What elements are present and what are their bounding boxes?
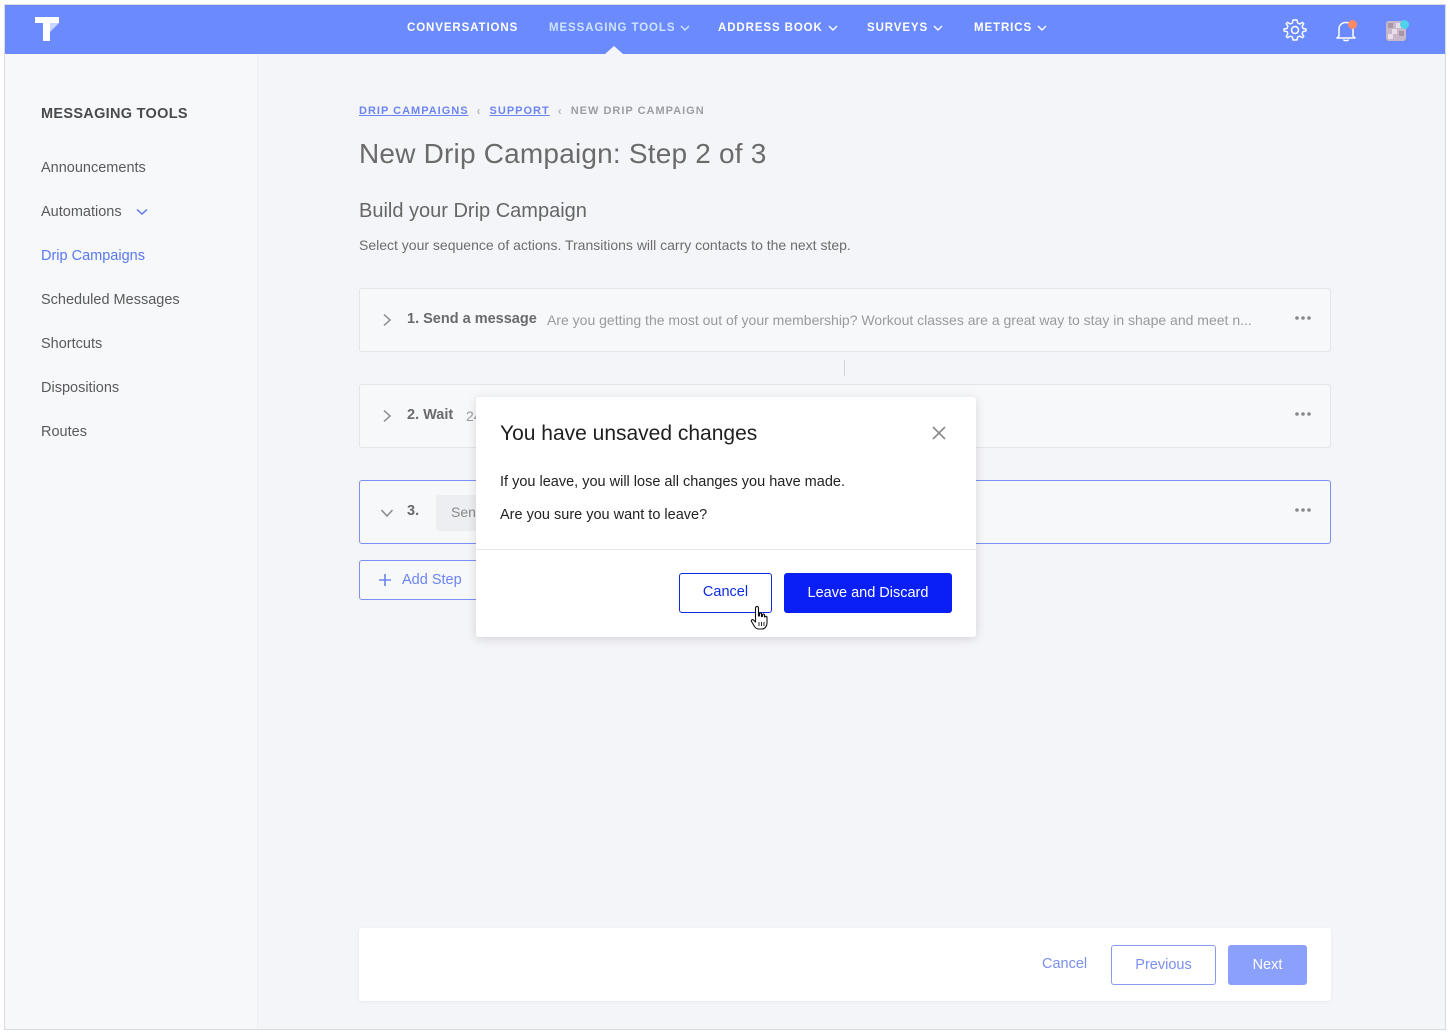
chevron-right-icon[interactable] <box>382 313 392 327</box>
app-window: CONVERSATIONS MESSAGING TOOLS ADDRESS BO… <box>4 4 1446 1030</box>
breadcrumb-current: NEW DRIP CAMPAIGN <box>570 105 705 117</box>
previous-button[interactable]: Previous <box>1111 945 1216 985</box>
top-navigation-bar: CONVERSATIONS MESSAGING TOOLS ADDRESS BO… <box>5 5 1445 54</box>
status-dot <box>1400 20 1409 29</box>
sidebar-item-scheduled-messages[interactable]: Scheduled Messages <box>41 292 180 308</box>
next-button[interactable]: Next <box>1228 945 1307 985</box>
chevron-down-icon <box>1037 25 1047 31</box>
nav-label: METRICS <box>974 22 1033 34</box>
section-description: Select your sequence of actions. Transit… <box>359 237 851 253</box>
gear-icon <box>1283 19 1307 41</box>
sidebar-item-label: Dispositions <box>41 380 120 396</box>
nav-label: CONVERSATIONS <box>407 22 519 34</box>
step-label: 3. <box>407 503 420 519</box>
step-label: 2. Wait <box>407 407 454 423</box>
notification-badge <box>1348 20 1357 29</box>
main-nav: CONVERSATIONS MESSAGING TOOLS ADDRESS BO… <box>5 5 1445 54</box>
close-icon[interactable] <box>931 425 947 441</box>
hand-cursor-icon <box>750 605 768 630</box>
sidebar-title: MESSAGING TOOLS <box>41 106 188 122</box>
step-card-1[interactable]: 1. Send a message Are you getting the mo… <box>359 288 1331 352</box>
sidebar-item-shortcuts[interactable]: Shortcuts <box>41 336 102 352</box>
nav-conversations[interactable]: CONVERSATIONS <box>407 22 518 34</box>
nav-label: MESSAGING TOOLS <box>549 22 676 34</box>
sidebar-item-announcements[interactable]: Announcements <box>41 160 146 176</box>
section-title: Build your Drip Campaign <box>359 200 587 222</box>
breadcrumb-drip-campaigns[interactable]: DRIP CAMPAIGNS <box>359 105 469 117</box>
notifications-button[interactable] <box>1333 17 1359 43</box>
nav-label: SURVEYS <box>867 22 929 34</box>
wizard-footer: Cancel Previous Next <box>359 928 1331 1001</box>
sidebar-item-label: Announcements <box>41 160 146 176</box>
sidebar-item-label: Routes <box>41 424 87 440</box>
step-action-value: Sen <box>451 504 476 520</box>
chevron-down-icon[interactable] <box>380 508 394 518</box>
nav-metrics[interactable]: METRICS <box>974 22 1047 34</box>
sidebar-item-dispositions[interactable]: Dispositions <box>41 380 119 396</box>
sidebar: MESSAGING TOOLS Announcements Automation… <box>5 54 258 1029</box>
chevron-down-icon[interactable] <box>136 208 148 216</box>
chevron-down-icon <box>680 25 690 31</box>
step-connector <box>844 360 845 376</box>
sidebar-item-drip-campaigns[interactable]: Drip Campaigns <box>41 248 145 264</box>
sidebar-item-routes[interactable]: Routes <box>41 424 87 440</box>
leave-and-discard-button[interactable]: Leave and Discard <box>784 573 952 613</box>
sidebar-item-label: Shortcuts <box>41 336 103 352</box>
add-step-label: Add Step <box>402 572 462 588</box>
sidebar-item-label: Scheduled Messages <box>41 292 180 308</box>
nav-address-book[interactable]: ADDRESS BOOK <box>718 22 838 34</box>
active-nav-indicator <box>605 46 623 54</box>
dialog-message: If you leave, you will lose all changes … <box>500 474 845 490</box>
more-options-icon[interactable] <box>1294 507 1312 513</box>
nav-messaging-tools[interactable]: MESSAGING TOOLS <box>549 22 690 34</box>
more-options-icon[interactable] <box>1294 315 1312 321</box>
footer-cancel-link[interactable]: Cancel <box>1042 956 1087 972</box>
chevron-down-icon <box>933 25 943 31</box>
plus-icon <box>379 574 391 586</box>
breadcrumb-support[interactable]: SUPPORT <box>490 105 550 117</box>
sidebar-item-label: Drip Campaigns <box>41 248 145 264</box>
dialog-divider <box>476 549 976 550</box>
sidebar-item-label: Automations <box>41 204 122 220</box>
breadcrumb: DRIP CAMPAIGNS ‹ SUPPORT ‹ NEW DRIP CAMP… <box>359 104 705 118</box>
chevron-down-icon <box>828 25 838 31</box>
nav-surveys[interactable]: SURVEYS <box>867 22 943 34</box>
step-label: 1. Send a message <box>407 311 537 327</box>
step-preview: Are you getting the most out of your mem… <box>547 312 1252 328</box>
chevron-left-icon: ‹ <box>476 104 482 118</box>
add-step-button[interactable]: Add Step <box>359 560 481 600</box>
dialog-question: Are you sure you want to leave? <box>500 507 708 523</box>
sidebar-item-automations[interactable]: Automations <box>41 204 148 220</box>
unsaved-changes-dialog: You have unsaved changes If you leave, y… <box>476 397 976 637</box>
more-options-icon[interactable] <box>1294 411 1312 417</box>
settings-button[interactable] <box>1282 17 1308 43</box>
dialog-title: You have unsaved changes <box>500 422 758 445</box>
chevron-left-icon: ‹ <box>557 104 563 118</box>
nav-label: ADDRESS BOOK <box>718 22 823 34</box>
page-title: New Drip Campaign: Step 2 of 3 <box>359 138 767 169</box>
chevron-right-icon[interactable] <box>382 409 392 423</box>
user-avatar[interactable] <box>1384 17 1410 43</box>
